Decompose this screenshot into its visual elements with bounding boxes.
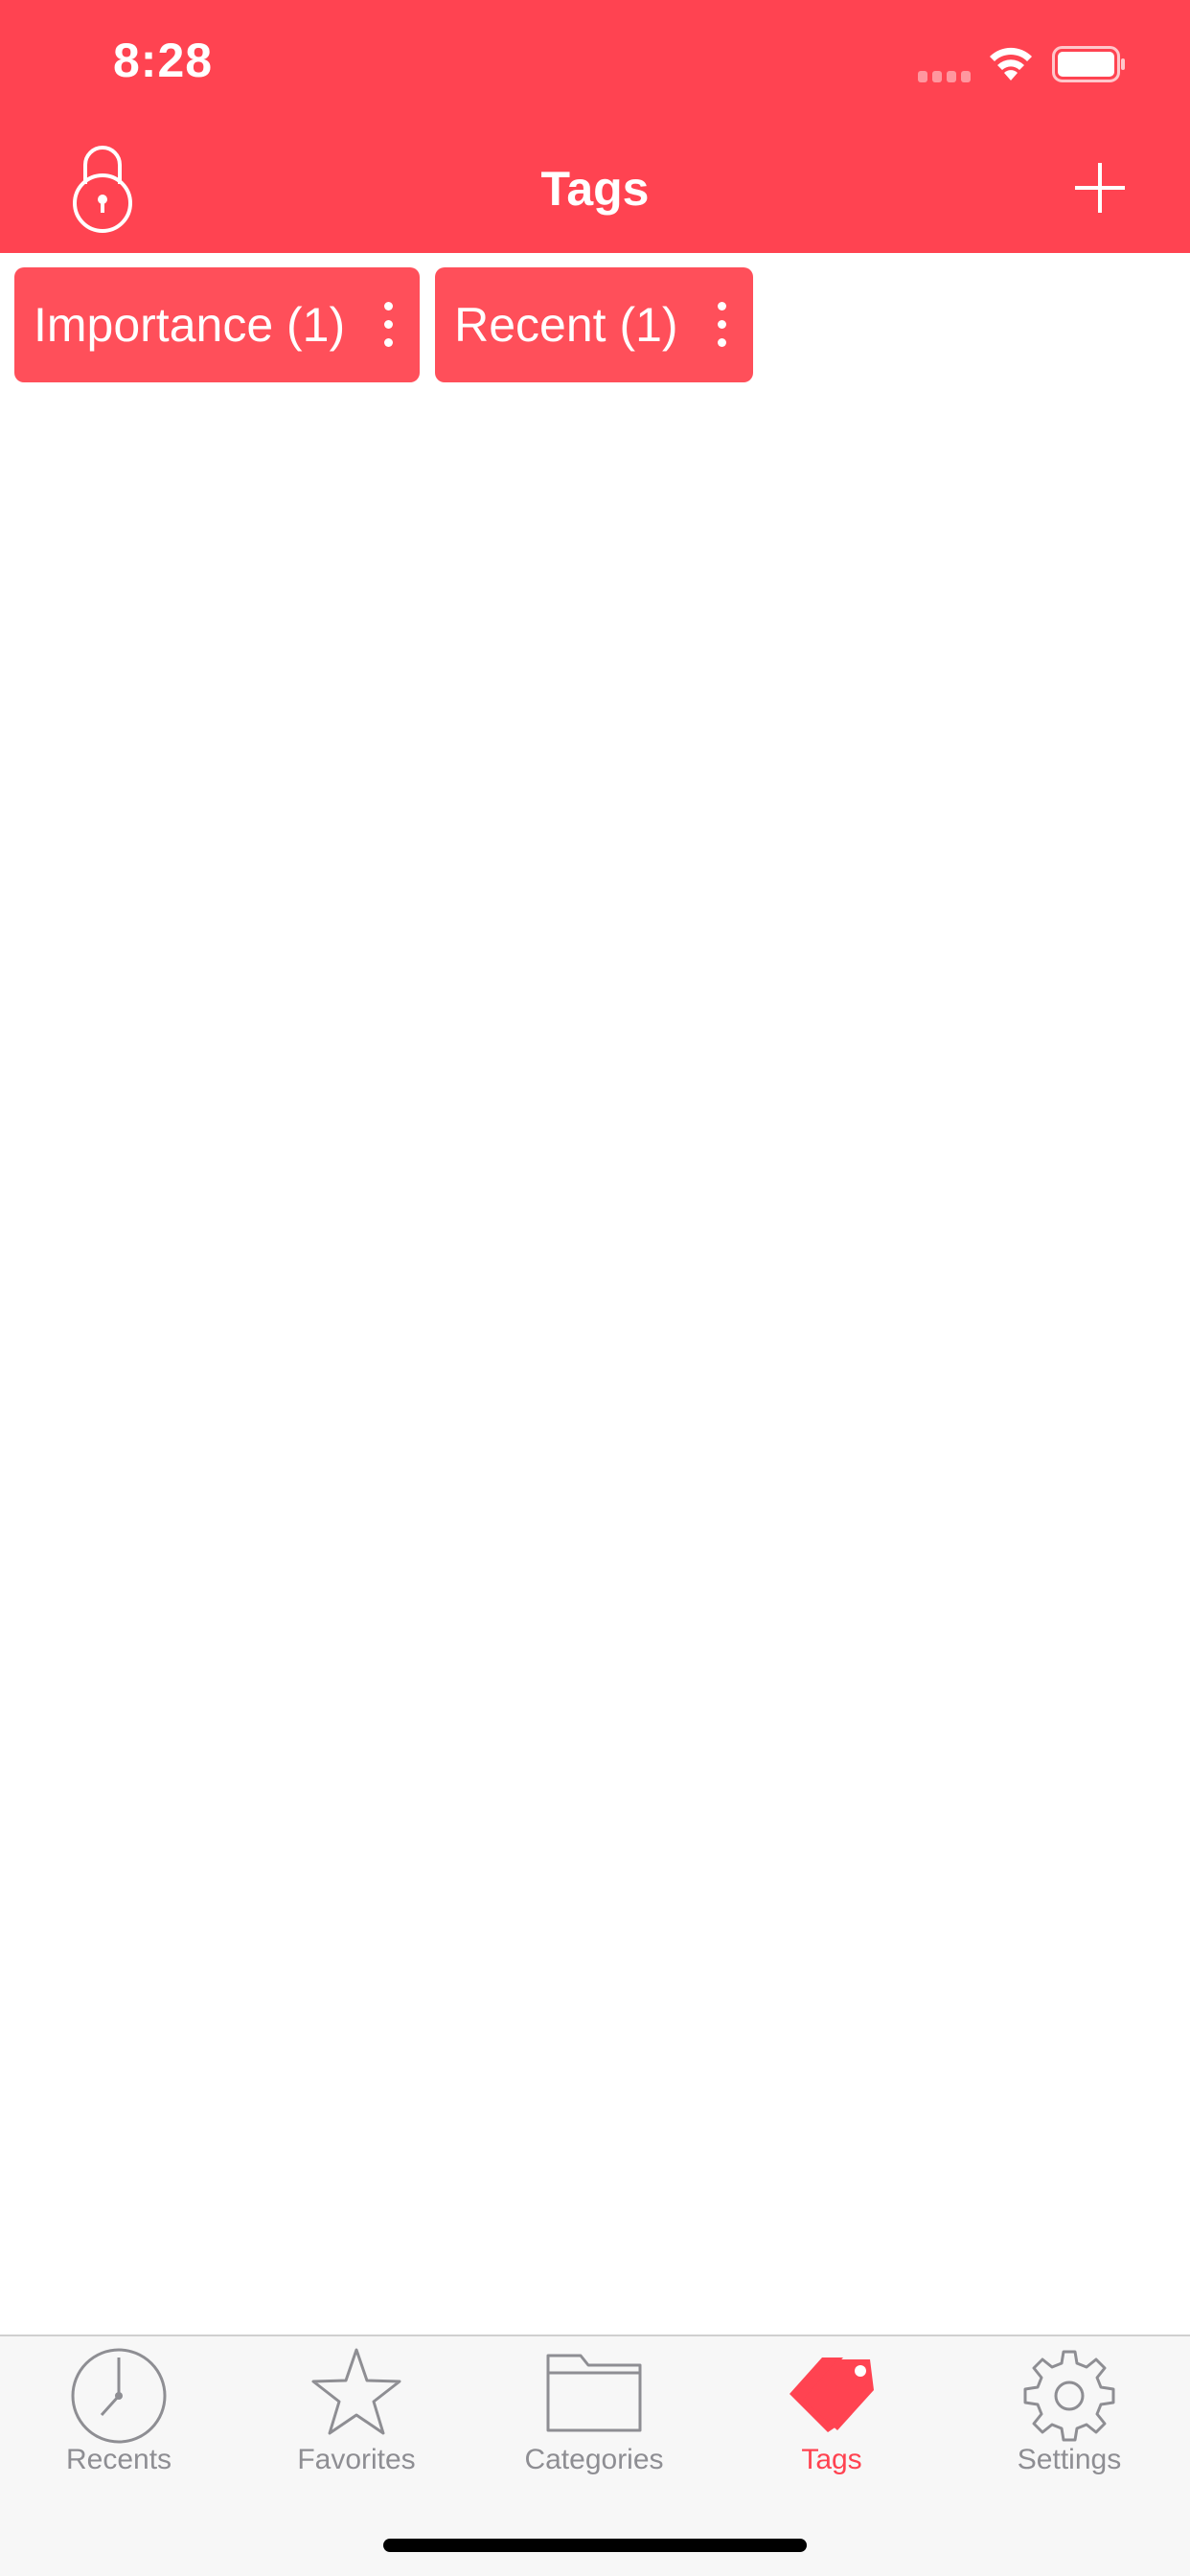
app-root: 8:28 Tags Importance (1) Recent (1) Rece… <box>0 0 1190 2576</box>
tag-label: Recent (1) <box>454 298 678 352</box>
tag-chip-importance[interactable]: Importance (1) <box>14 267 421 382</box>
tag-icon <box>790 2358 874 2432</box>
add-tag-button[interactable] <box>1071 159 1129 217</box>
gear-icon <box>1023 2350 1115 2442</box>
tab-recents[interactable]: Recents <box>0 2336 238 2509</box>
star-icon <box>311 2348 401 2435</box>
more-vertical-icon[interactable] <box>715 302 728 348</box>
status-time: 8:28 <box>113 34 214 87</box>
tab-settings[interactable]: Settings <box>950 2336 1188 2509</box>
battery-icon <box>1052 46 1125 82</box>
tab-label: Categories <box>524 2444 664 2475</box>
tab-tags[interactable]: Tags <box>713 2336 950 2509</box>
clock-icon <box>71 2348 167 2444</box>
wifi-icon <box>990 47 1032 80</box>
tab-label: Recents <box>65 2444 172 2475</box>
tag-list: Importance (1) Recent (1) <box>14 267 753 382</box>
tab-label: Favorites <box>297 2444 416 2475</box>
folder-icon <box>546 2354 642 2432</box>
tab-label: Tags <box>801 2444 862 2475</box>
page-title: Tags <box>540 162 650 216</box>
tab-favorites[interactable]: Favorites <box>238 2336 475 2509</box>
header: 8:28 Tags <box>0 0 1190 253</box>
tag-chip-recent[interactable]: Recent (1) <box>435 267 753 382</box>
tab-label: Settings <box>1017 2444 1122 2475</box>
tab-categories[interactable]: Categories <box>475 2336 713 2509</box>
more-vertical-icon[interactable] <box>381 302 395 348</box>
tag-label: Importance (1) <box>34 298 346 352</box>
home-indicator <box>383 2539 807 2552</box>
cellular-signal-icon <box>918 71 972 82</box>
